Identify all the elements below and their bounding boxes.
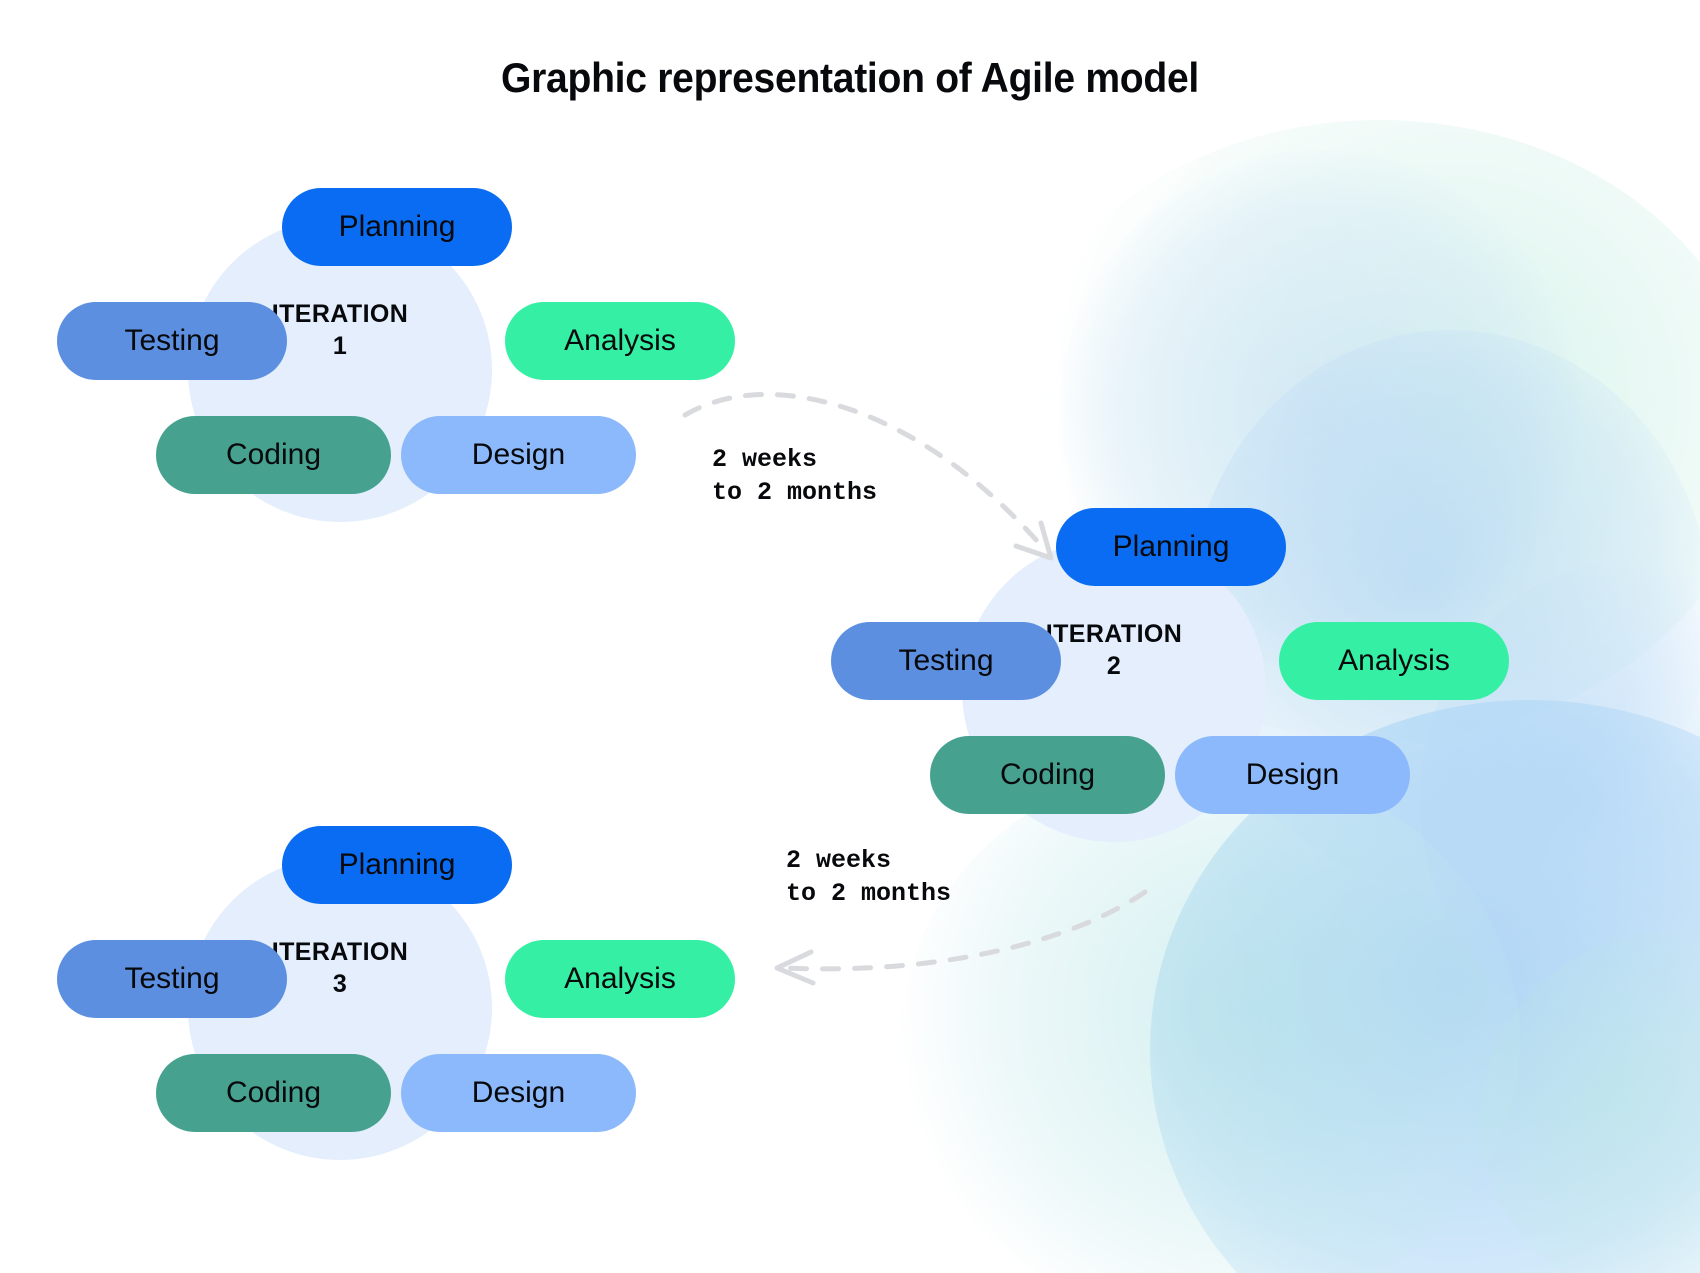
phase-pill-design-3[interactable]: Design — [401, 1054, 636, 1132]
iteration-cluster-1: ITERATION 1 Planning Analysis Testing Co… — [56, 170, 756, 570]
phase-pill-planning-1[interactable]: Planning — [282, 188, 512, 266]
phase-pill-coding-2[interactable]: Coding — [930, 736, 1165, 814]
phase-pill-testing-3[interactable]: Testing — [57, 940, 287, 1018]
phase-pill-planning-3[interactable]: Planning — [282, 826, 512, 904]
connector-label-1-line2: to 2 months — [712, 477, 878, 507]
diagram-canvas: Graphic representation of Agile model IT… — [0, 0, 1700, 1273]
iteration-title-2: ITERATION — [1045, 620, 1183, 648]
iteration-title-3: ITERATION — [271, 938, 409, 966]
connector-label-2: 2 weeks to 2 months — [786, 845, 951, 910]
phase-pill-design-2[interactable]: Design — [1175, 736, 1410, 814]
iteration-cluster-3: ITERATION 3 Planning Analysis Testing Co… — [56, 808, 756, 1208]
phase-pill-coding-3[interactable]: Coding — [156, 1054, 391, 1132]
iteration-title-1: ITERATION — [271, 300, 409, 328]
page-title: Graphic representation of Agile model — [501, 54, 1199, 101]
phase-pill-analysis-3[interactable]: Analysis — [505, 940, 735, 1018]
phase-pill-coding-1[interactable]: Coding — [156, 416, 391, 494]
iteration-cluster-2: ITERATION 2 Planning Analysis Testing Co… — [830, 490, 1530, 890]
phase-pill-analysis-2[interactable]: Analysis — [1279, 622, 1509, 700]
connector-label-2-line2: to 2 months — [786, 878, 952, 908]
connector-label-1: 2 weeks to 2 months — [712, 444, 877, 509]
phase-pill-planning-2[interactable]: Planning — [1056, 508, 1286, 586]
connector-label-2-line1: 2 weeks — [786, 846, 892, 875]
phase-pill-analysis-1[interactable]: Analysis — [505, 302, 735, 380]
phase-pill-testing-2[interactable]: Testing — [831, 622, 1061, 700]
connector-arrowhead-2 — [774, 949, 816, 986]
phase-pill-testing-1[interactable]: Testing — [57, 302, 287, 380]
connector-label-1-line1: 2 weeks — [712, 445, 818, 474]
phase-pill-design-1[interactable]: Design — [401, 416, 636, 494]
background-blob-mint-far-right — [1480, 930, 1700, 1273]
